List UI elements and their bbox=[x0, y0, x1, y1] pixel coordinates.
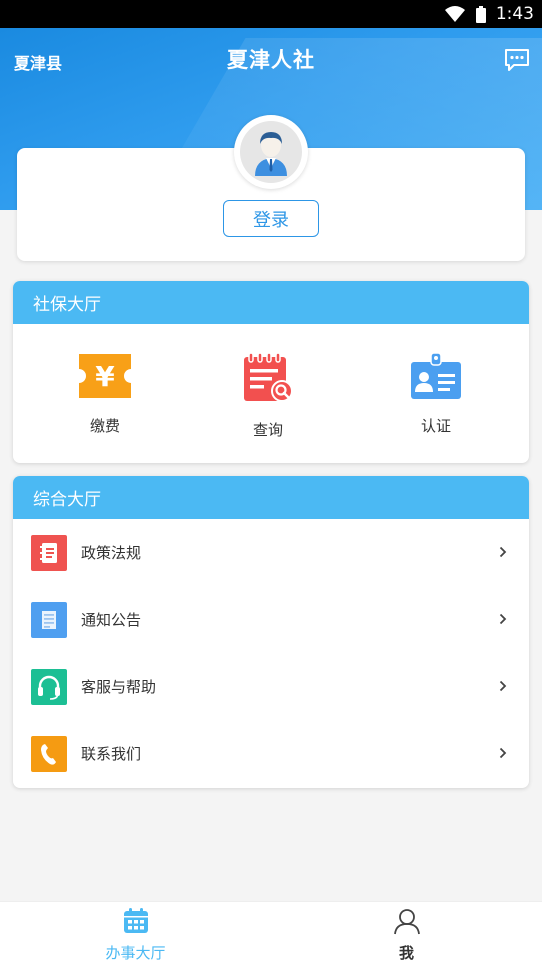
query-label: 查询 bbox=[252, 421, 283, 439]
page-title: 夏津人社 bbox=[227, 48, 315, 72]
person-icon bbox=[393, 907, 421, 939]
payment-ticket-icon: ¥ bbox=[77, 352, 133, 404]
certify-label: 认证 bbox=[420, 417, 451, 435]
list-item-policy[interactable]: 政策法规 bbox=[13, 519, 529, 586]
list-item-label: 政策法规 bbox=[81, 544, 142, 562]
list-item-label: 联系我们 bbox=[81, 745, 142, 763]
id-card-icon bbox=[409, 352, 463, 404]
chevron-right-icon bbox=[499, 744, 507, 763]
calendar-grid-icon bbox=[122, 907, 150, 939]
social-hall-card: 社保大厅 ¥ 缴费 查询 认证 bbox=[13, 281, 529, 463]
search-document-icon bbox=[240, 352, 296, 408]
chevron-right-icon bbox=[499, 610, 507, 629]
message-icon[interactable] bbox=[504, 48, 530, 72]
svg-text:¥: ¥ bbox=[95, 360, 115, 393]
tab-service-hall[interactable]: 办事大厅 bbox=[0, 902, 271, 964]
list-item-contact[interactable]: 联系我们 bbox=[13, 720, 529, 787]
status-time: 1:43 bbox=[495, 4, 534, 24]
general-hall-title: 综合大厅 bbox=[13, 476, 529, 519]
notice-document-icon bbox=[31, 601, 67, 638]
phone-icon bbox=[31, 735, 67, 772]
headset-icon bbox=[31, 668, 67, 705]
login-button[interactable]: 登录 bbox=[223, 200, 319, 237]
chevron-right-icon bbox=[499, 543, 507, 562]
wifi-icon bbox=[444, 5, 466, 23]
tab-label: 我 bbox=[398, 944, 414, 962]
status-bar: 1:43 bbox=[0, 0, 542, 28]
user-avatar-icon[interactable] bbox=[234, 115, 308, 189]
list-item-help[interactable]: 客服与帮助 bbox=[13, 653, 529, 720]
payment-label: 缴费 bbox=[89, 417, 120, 435]
bottom-nav: 办事大厅 我 bbox=[0, 901, 542, 964]
list-item-notice[interactable]: 通知公告 bbox=[13, 586, 529, 653]
query-button[interactable]: 查询 bbox=[213, 352, 323, 440]
list-item-label: 客服与帮助 bbox=[81, 678, 157, 696]
chevron-right-icon bbox=[499, 677, 507, 696]
list-item-label: 通知公告 bbox=[81, 611, 142, 629]
battery-icon bbox=[475, 5, 486, 23]
social-hall-title: 社保大厅 bbox=[13, 281, 529, 324]
tab-me[interactable]: 我 bbox=[271, 902, 542, 964]
general-hall-card: 综合大厅 政策法规 通知公告 客服与帮助 联系我们 bbox=[13, 476, 529, 788]
tab-label: 办事大厅 bbox=[105, 944, 166, 962]
certify-button[interactable]: 认证 bbox=[381, 352, 491, 436]
policy-book-icon bbox=[31, 534, 67, 571]
payment-button[interactable]: ¥ 缴费 bbox=[50, 352, 160, 436]
